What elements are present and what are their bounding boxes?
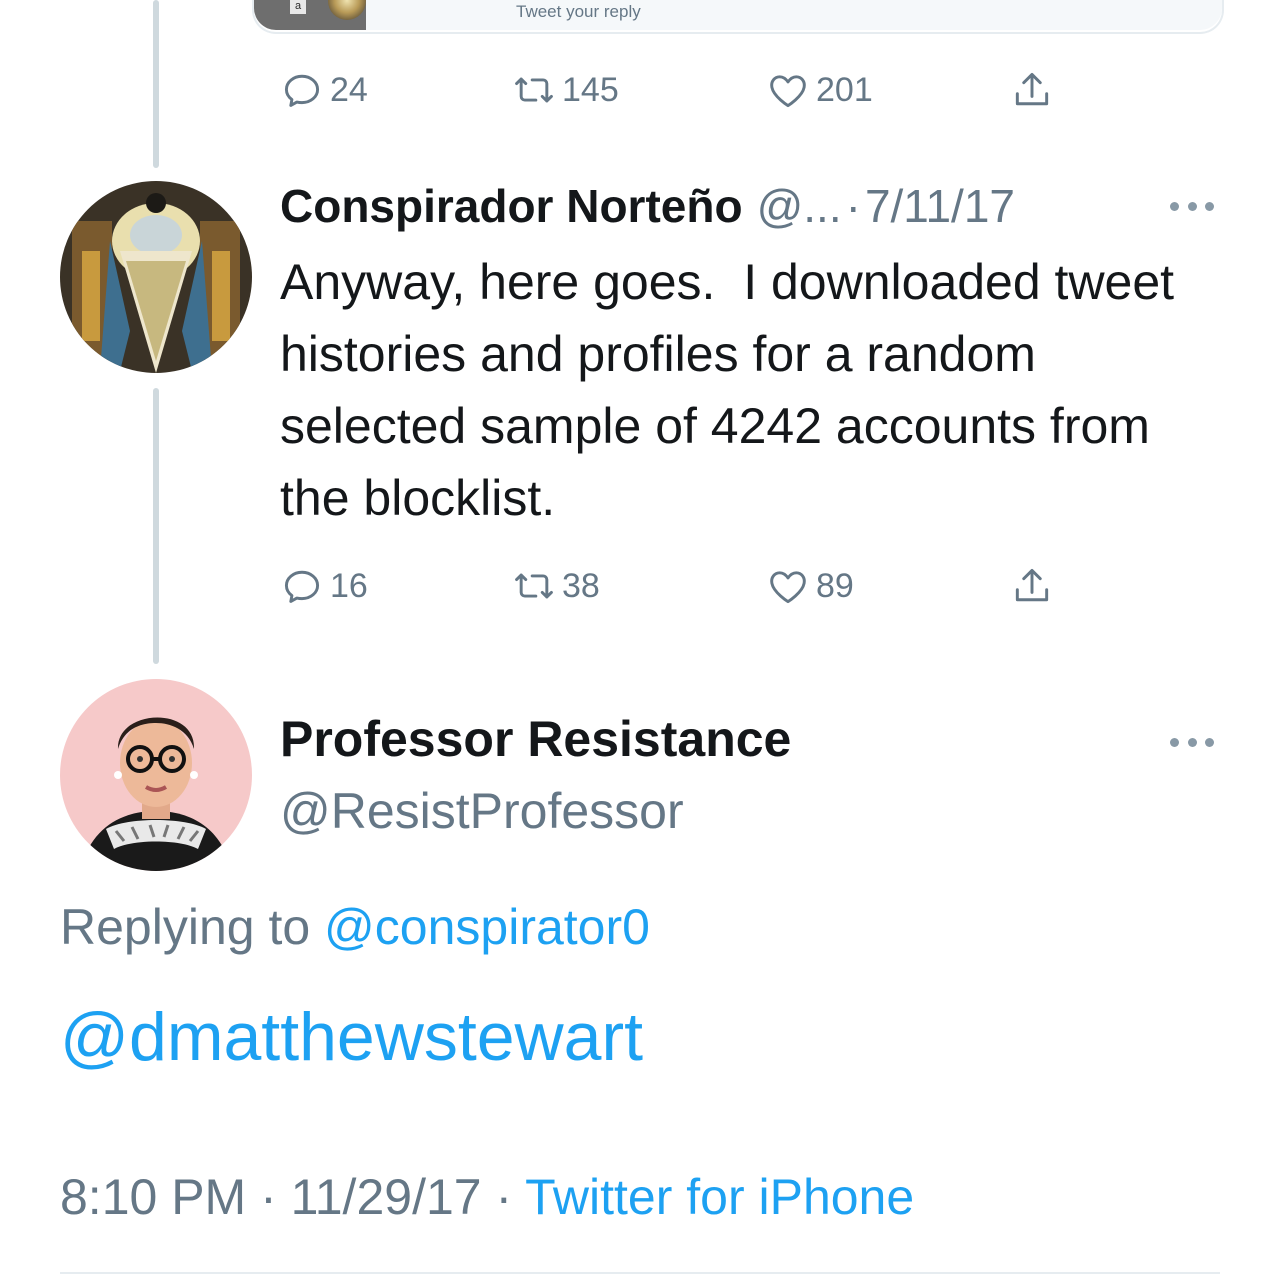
tweet2-source-link[interactable]: Twitter for iPhone: [525, 1169, 914, 1225]
more-dots-icon[interactable]: [1170, 732, 1214, 752]
avatar-art-image: [60, 181, 252, 373]
meta-separator-1: ·: [246, 1169, 291, 1225]
tweet1-author-handle[interactable]: @...: [757, 179, 842, 233]
tweet2-date: 11/29/17: [290, 1169, 482, 1225]
tweet1-text: Anyway, here goes. I downloaded tweet hi…: [280, 254, 1188, 526]
parent-tweet-actions: 24 145 201: [280, 66, 1080, 114]
meta-separator-2: ·: [481, 1169, 526, 1225]
avatar-portrait-image: [60, 679, 252, 871]
reply-bubble-icon: [284, 74, 320, 107]
tweet1-date[interactable]: 7/11/17: [865, 179, 1015, 233]
like-count: 201: [816, 70, 873, 109]
thread-line-top: [153, 0, 159, 168]
retweet-button[interactable]: 145: [512, 66, 619, 114]
more-dots-icon[interactable]: [1170, 196, 1214, 216]
heart-icon: [770, 75, 806, 108]
heart-icon: [770, 571, 806, 604]
replying-to-label: Replying to: [60, 899, 325, 955]
like-count: 89: [816, 566, 854, 605]
replying-to-line: Replying to @conspirator0: [60, 898, 650, 956]
avatar-conspirador[interactable]: [60, 181, 252, 373]
reply-count: 16: [330, 566, 368, 605]
reply-button[interactable]: 16: [280, 562, 368, 610]
reply-button[interactable]: 24: [280, 66, 368, 114]
like-button[interactable]: 89: [766, 562, 854, 610]
reply-bubble-icon: [284, 570, 320, 603]
retweet-button[interactable]: 38: [512, 562, 600, 610]
tweet2-time: 8:10 PM: [60, 1169, 247, 1225]
share-upload-icon: [1015, 72, 1049, 106]
retweet-count: 38: [562, 566, 600, 605]
retweet-count: 145: [562, 70, 619, 109]
retweet-icon: [515, 573, 553, 599]
replying-to-mention-link[interactable]: @conspirator0: [324, 899, 650, 955]
tweet1-separator: ·: [845, 180, 861, 232]
reply-count: 24: [330, 70, 368, 109]
thread-line-middle: [153, 388, 159, 664]
reply-input-box[interactable]: [366, 0, 1222, 30]
tweet1-author-name[interactable]: Conspirador Norteño: [280, 179, 743, 233]
tweet1-actions: 16 38 89: [280, 562, 1080, 610]
reply-input-placeholder[interactable]: Tweet your reply: [516, 2, 641, 22]
like-button[interactable]: 201: [766, 66, 873, 114]
avatar-professor-resistance[interactable]: [60, 679, 252, 871]
retweet-icon: [515, 77, 553, 103]
tweet2-metadata: 8:10 PM · 11/29/17 · Twitter for iPhone: [60, 1168, 914, 1226]
divider: [60, 1272, 1220, 1274]
tweet1-header: Conspirador Norteño @... · 7/11/17: [280, 176, 1015, 236]
share-button[interactable]: [1010, 66, 1054, 114]
tweet2-body-mention-link[interactable]: @dmatthewstewart: [60, 998, 643, 1076]
tweet2-author-name[interactable]: Professor Resistance: [280, 710, 791, 768]
tweet2-author-handle[interactable]: @ResistProfessor: [280, 782, 684, 840]
share-button[interactable]: [1010, 562, 1054, 610]
share-upload-icon: [1015, 568, 1049, 602]
reply-composer: a Tweet your reply: [252, 0, 1224, 34]
composer-thumbnail-letter: a: [290, 0, 306, 14]
